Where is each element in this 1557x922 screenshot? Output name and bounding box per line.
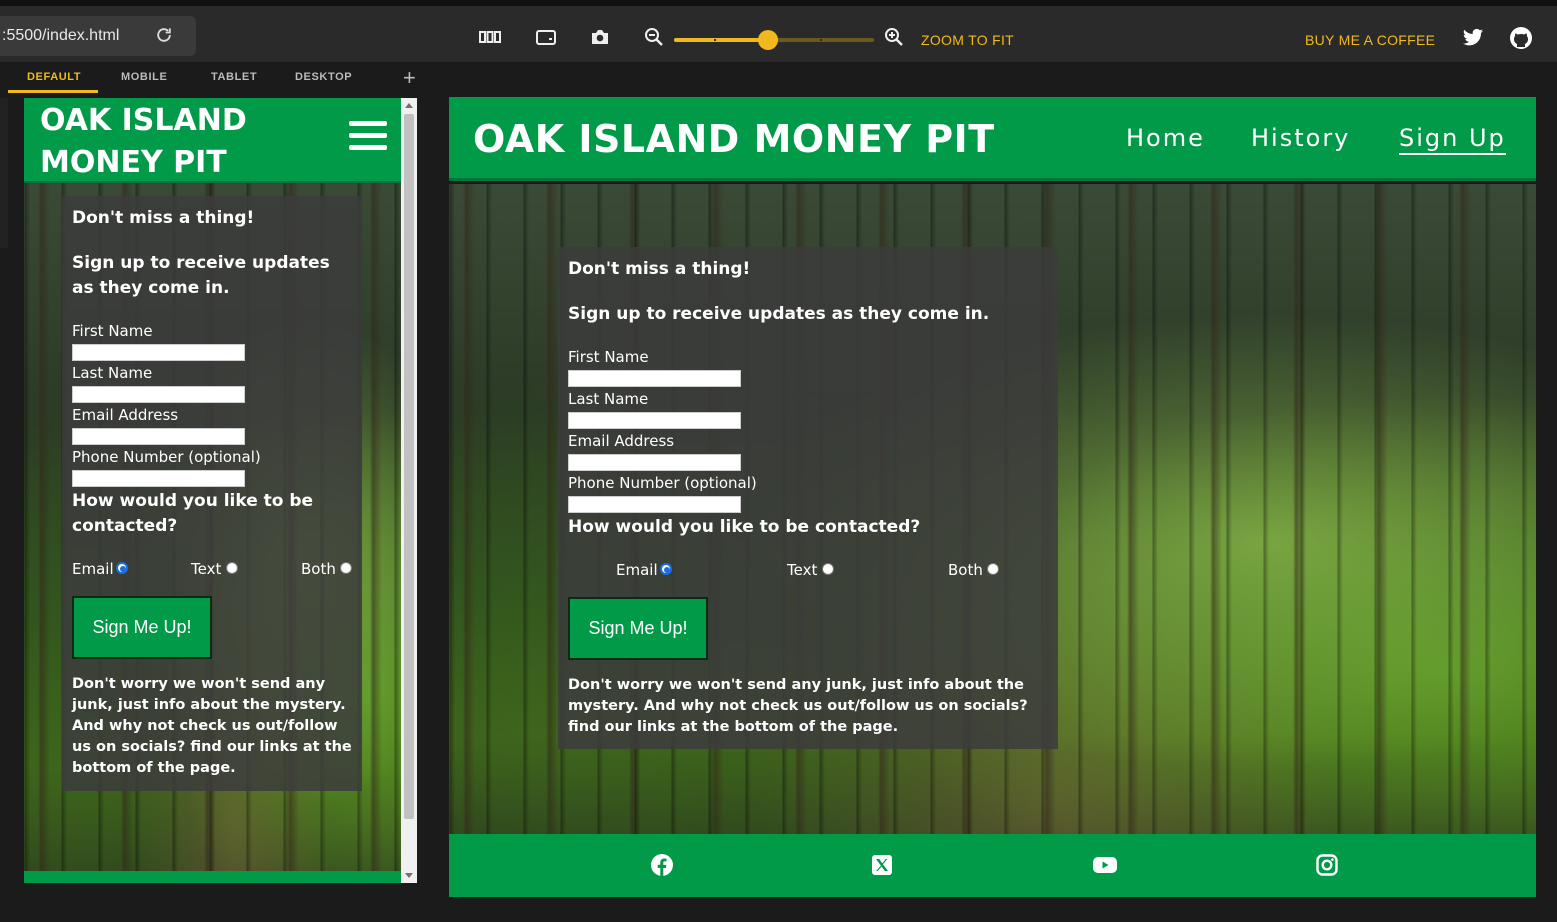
tab-desktop[interactable]: DESKTOP	[295, 71, 352, 83]
form-note: Don't worry we won't send any junk, just…	[568, 677, 1028, 735]
phone-label: Phone Number (optional)	[568, 474, 757, 492]
columns-icon[interactable]	[479, 26, 501, 48]
radio-text-label: Text	[191, 560, 222, 578]
tab-default[interactable]: DEFAULT	[27, 71, 81, 83]
form-subtitle: Sign up to receive updates as they come …	[568, 304, 990, 324]
email-input[interactable]	[72, 428, 245, 445]
tab-mobile[interactable]: MOBILE	[121, 71, 167, 83]
sign-me-up-button[interactable]: Sign Me Up!	[568, 597, 708, 660]
email-input[interactable]	[568, 454, 741, 471]
radio-both-label: Both	[948, 561, 983, 579]
scroll-down-arrow-icon[interactable]	[405, 873, 413, 878]
scroll-up-arrow-icon[interactable]	[405, 103, 413, 108]
radio-email[interactable]	[116, 562, 128, 574]
url-text: :5500/index.html	[2, 27, 120, 44]
device-frame-icon[interactable]	[535, 26, 557, 48]
signup-form-card: Don't miss a thing! Sign up to receive u…	[62, 196, 362, 791]
last-name-label: Last Name	[568, 390, 649, 408]
device-tabs: DEFAULT MOBILE TABLET DESKTOP +	[0, 62, 1557, 94]
active-tab-indicator	[8, 90, 98, 93]
radio-both-label: Both	[301, 560, 336, 578]
form-intro: Don't miss a thing!	[568, 259, 751, 279]
camera-icon[interactable]	[589, 26, 611, 48]
hamburger-menu-icon[interactable]	[349, 121, 387, 151]
add-device-button[interactable]: +	[403, 65, 416, 91]
nav-sign-up[interactable]: Sign Up	[1399, 124, 1506, 155]
radio-text[interactable]	[822, 563, 834, 575]
last-name-input[interactable]	[568, 412, 741, 429]
scrollbar-thumb[interactable]	[404, 114, 414, 819]
site-footer	[449, 834, 1536, 897]
phone-input[interactable]	[568, 496, 741, 513]
zoom-slider-fill	[674, 38, 768, 42]
email-label: Email Address	[568, 432, 675, 450]
zoom-tick	[714, 39, 716, 41]
mobile-site-header: OAK ISLAND MONEY PIT	[24, 98, 401, 183]
zoom-slider-thumb[interactable]	[758, 30, 778, 50]
radio-both[interactable]	[340, 562, 352, 574]
panel-edge	[0, 98, 8, 248]
site-title[interactable]: OAK ISLAND MONEY PIT	[473, 117, 995, 161]
zoom-tick	[820, 39, 822, 41]
contact-question: How would you like to be contacted?	[568, 517, 921, 537]
phone-input[interactable]	[72, 470, 245, 487]
radio-text-label: Text	[787, 561, 818, 579]
radio-text[interactable]	[226, 562, 238, 574]
signup-form-card: Don't miss a thing! Sign up to receive u…	[558, 247, 1058, 749]
toolbar: :5500/index.html ZOOM TO FIT BUY ME A CO…	[0, 0, 1557, 62]
twitter-icon[interactable]	[1462, 28, 1484, 48]
github-icon[interactable]	[1509, 26, 1533, 50]
mobile-footer-strip	[24, 871, 401, 883]
zoom-to-fit-button[interactable]: ZOOM TO FIT	[921, 32, 1014, 48]
nav-history[interactable]: History	[1251, 124, 1350, 152]
reload-icon[interactable]	[154, 25, 174, 45]
email-label: Email Address	[72, 406, 179, 424]
last-name-input[interactable]	[72, 386, 245, 403]
tab-tablet[interactable]: TABLET	[211, 71, 257, 83]
form-note: Don't worry we won't send any junk, just…	[72, 676, 352, 776]
buy-me-a-coffee-link[interactable]: BUY ME A COFFEE	[1305, 32, 1435, 48]
facebook-icon[interactable]	[650, 853, 674, 877]
mobile-scrollbar[interactable]	[401, 98, 417, 883]
radio-email[interactable]	[660, 563, 672, 575]
zoom-slider[interactable]	[674, 30, 874, 50]
form-intro: Don't miss a thing!	[72, 208, 255, 228]
nav-home[interactable]: Home	[1126, 124, 1205, 152]
youtube-icon[interactable]	[1092, 853, 1118, 877]
radio-email-label: Email	[72, 560, 114, 578]
radio-email-label: Email	[616, 561, 658, 579]
last-name-label: Last Name	[72, 364, 153, 382]
site-title[interactable]: OAK ISLAND MONEY PIT	[40, 100, 330, 184]
mobile-preview: OAK ISLAND MONEY PIT Don't miss a thing!…	[24, 98, 401, 883]
first-name-label: First Name	[568, 348, 649, 366]
zoom-in-icon[interactable]	[883, 26, 905, 48]
first-name-input[interactable]	[568, 370, 741, 387]
sign-me-up-button[interactable]: Sign Me Up!	[72, 596, 212, 659]
radio-both[interactable]	[987, 563, 999, 575]
zoom-out-icon[interactable]	[643, 26, 665, 48]
first-name-label: First Name	[72, 322, 153, 340]
x-twitter-icon[interactable]	[870, 853, 894, 877]
phone-label: Phone Number (optional)	[72, 448, 261, 466]
contact-question: How would you like to be contacted?	[72, 491, 314, 536]
desktop-site-header: OAK ISLAND MONEY PIT Home History Sign U…	[449, 97, 1536, 181]
form-subtitle: Sign up to receive updates as they come …	[72, 253, 330, 298]
desktop-preview: OAK ISLAND MONEY PIT Home History Sign U…	[449, 97, 1536, 897]
url-bar[interactable]: :5500/index.html	[0, 16, 196, 56]
instagram-icon[interactable]	[1315, 853, 1339, 877]
first-name-input[interactable]	[72, 344, 245, 361]
